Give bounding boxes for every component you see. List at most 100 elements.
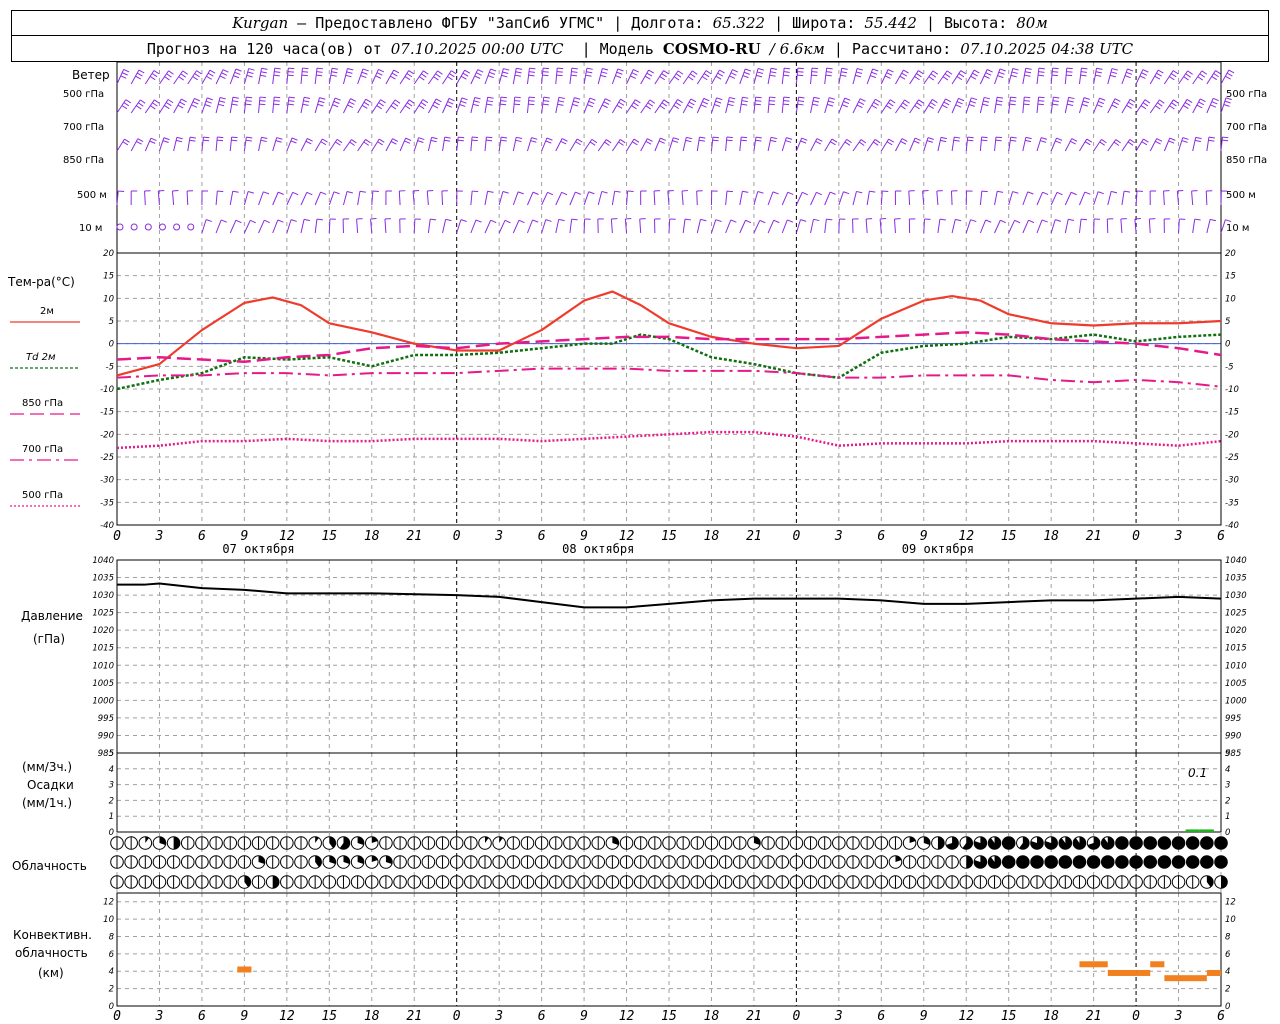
- wind-barb-flag: [245, 139, 252, 142]
- temp-ytick-left: 20: [103, 249, 114, 259]
- cloud-cover-fill: [1143, 855, 1157, 869]
- cloud-cover-fill: [1059, 855, 1072, 869]
- wind-barb-icon: [979, 191, 983, 206]
- wind-barb-flag: [1025, 139, 1032, 143]
- wind-barb-icon: [739, 137, 742, 152]
- wind-barb-flag: [619, 139, 626, 144]
- wind-barb-flag: [617, 68, 624, 72]
- wind-barb-flag: [421, 73, 427, 78]
- wind-barb-flag: [561, 138, 568, 142]
- wind-barb-flag: [1067, 100, 1074, 103]
- wind-barb-flag: [259, 103, 266, 106]
- wind-barb-flag: [165, 102, 172, 107]
- wind-barb-flag: [150, 105, 156, 110]
- wind-barb-icon: [852, 68, 858, 85]
- wind-barb-icon: [1064, 192, 1072, 206]
- wind-barb-flag: [631, 72, 638, 76]
- wind-barb-flag: [916, 73, 922, 78]
- wind-barb-icon: [937, 137, 942, 152]
- wind-barb-flag: [1115, 139, 1122, 144]
- temp-ytick-left: -25: [100, 453, 114, 463]
- wind-barb-flag: [123, 68, 130, 73]
- wind-barb-icon: [583, 218, 586, 234]
- wind-barb-flag: [168, 70, 174, 75]
- time-tick-label-bottom: 21: [1086, 1009, 1102, 1024]
- wind-barb-icon: [258, 68, 263, 85]
- wind-barb-flag: [1038, 74, 1045, 77]
- wind-barb-flag: [826, 67, 833, 70]
- wind-barb-flag: [956, 101, 963, 105]
- wind-barb-flag: [516, 136, 523, 140]
- wind-barb-icon: [682, 137, 687, 152]
- wind-barb-icon: [144, 70, 155, 85]
- wind-barb-flag: [730, 72, 737, 76]
- wind-barb-flag: [560, 140, 567, 145]
- wind-barb-flag: [166, 73, 172, 78]
- wind-barb-icon: [909, 70, 919, 85]
- temp-ytick-left: -20: [100, 430, 114, 440]
- wind-barb-flag: [997, 190, 1004, 193]
- wind-barb-flag: [176, 136, 183, 140]
- wind-barb-flag: [418, 105, 425, 110]
- wind-barb-flag: [783, 74, 790, 77]
- wind-barb-flag: [333, 191, 340, 195]
- wind-barb-flag: [1126, 104, 1132, 109]
- time-tick-label-bottom: 15: [661, 1009, 677, 1024]
- pressure-ytick-right: 1040: [1225, 556, 1247, 566]
- wind-barb-flag: [330, 74, 337, 77]
- wind-barb-flag: [914, 137, 921, 141]
- wind-barb-flag: [922, 190, 929, 192]
- calm-wind-icon: [158, 223, 166, 231]
- wind-barb-flag: [768, 103, 775, 106]
- wind-barb-flag: [433, 76, 439, 81]
- wind-barb-icon: [385, 138, 393, 152]
- wind-barb-flag: [1038, 96, 1045, 99]
- wind-barb-flag: [1066, 71, 1073, 73]
- wind-barb-flag: [900, 140, 907, 145]
- wind-barb-flag: [318, 100, 325, 104]
- wind-barb-icon: [795, 219, 801, 234]
- wind-barb-icon: [215, 219, 222, 234]
- wind-barb-icon: [526, 137, 532, 152]
- wind-barb-flag: [1071, 138, 1078, 142]
- wind-barb-icon: [300, 68, 303, 85]
- wind-barb-flag: [755, 139, 762, 142]
- wind-barb-flag: [899, 75, 906, 80]
- temp-ytick-left: 0: [109, 340, 114, 350]
- wind-barb-flag: [858, 101, 865, 105]
- wind-barb-flag: [528, 96, 536, 99]
- wind-barb-flag: [757, 71, 764, 74]
- cloud-cover-fill: [1214, 855, 1228, 869]
- wind-barb-flag: [727, 103, 734, 107]
- wind-barb-icon: [243, 68, 250, 85]
- wind-barb-flag: [813, 96, 820, 100]
- wind-barb-flag: [843, 100, 850, 105]
- wind-barb-flag: [149, 140, 156, 144]
- wind-barb-flag: [1068, 96, 1075, 100]
- wind-barb-flag: [487, 190, 494, 193]
- meteogram-chart: 20 2015 1510 105 50 0-5 -5-10 -10-15 -15-20 -20-2…: [10, 61, 1247, 1024]
- wind-barb-flag: [408, 99, 415, 104]
- wind-barb-flag: [1096, 104, 1103, 108]
- wind-barb-flag: [335, 141, 341, 146]
- wind-barb-flag: [1129, 138, 1136, 144]
- calm-wind-icon: [173, 223, 181, 231]
- wind-barb-icon: [512, 97, 516, 114]
- cloud-cover-fill: [1073, 855, 1086, 869]
- wind-barb-flag: [153, 70, 160, 75]
- wind-barb-flag: [1012, 68, 1019, 71]
- wind-barb-flag: [136, 72, 143, 77]
- wind-barb-flag: [844, 141, 851, 146]
- wind-barb-flag: [152, 102, 158, 107]
- wind-barb-flag: [1194, 218, 1201, 221]
- wind-barb-flag: [204, 104, 211, 107]
- time-tick-label-bottom: 0: [792, 1009, 800, 1024]
- wind-barb-flag: [149, 76, 156, 81]
- wind-barb-flag: [404, 76, 411, 81]
- temp-ytick-left: -15: [100, 408, 114, 418]
- wind-barb-flag: [703, 97, 710, 102]
- wind-barb-icon: [923, 70, 934, 85]
- wind-barb-flag: [770, 136, 777, 140]
- cloud-cover-fill: [1200, 836, 1214, 850]
- wind-barb-flag: [797, 71, 804, 73]
